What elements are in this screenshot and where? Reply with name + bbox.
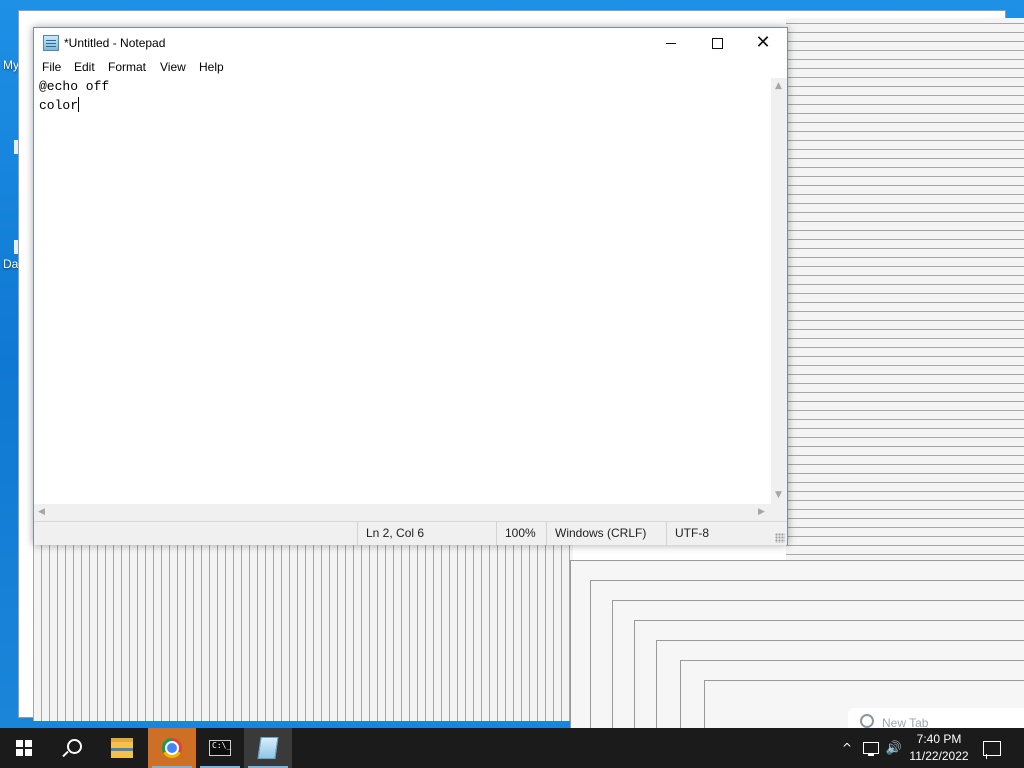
menu-format[interactable]: Format [106,60,148,74]
text-line-content: color [39,98,79,113]
status-encoding: UTF-8 [666,522,775,545]
resize-grip-icon[interactable] [775,533,785,543]
close-icon: ✕ [755,32,771,53]
text-line: color [39,97,80,113]
text-caret [78,97,80,112]
notepad-icon [257,737,279,759]
search-button[interactable] [48,728,96,768]
minimize-icon [666,42,676,44]
scroll-up-arrow-icon[interactable]: ▲ [775,81,782,91]
clock[interactable]: 7:40 PM 11/22/2022 [902,728,976,768]
maximize-button[interactable] [694,28,740,58]
notepad-window: *Untitled - Notepad ✕ File Edit Format V… [33,27,788,545]
desktop-icon-label[interactable]: Da [3,257,18,271]
speaker-icon: 🔊 [885,740,903,756]
chrome-icon [162,738,182,758]
status-zoom: 100% [496,522,545,545]
menu-bar: File Edit Format View Help [34,58,787,78]
vertical-scrollbar[interactable]: ▲ ▼ [771,78,787,504]
notepad-app-icon[interactable] [43,35,59,51]
maximize-icon [711,37,723,49]
notification-center-button[interactable] [980,728,1004,768]
folder-icon [111,738,133,758]
horizontal-scrollbar[interactable]: ◀ ▶ [34,504,771,521]
status-cursor-position: Ln 2, Col 6 [357,522,496,545]
minimize-button[interactable] [648,28,694,58]
status-bar: Ln 2, Col 6 100% Windows (CRLF) UTF-8 [34,521,787,545]
ghost-window-trail [33,543,573,721]
taskbar-chrome[interactable] [148,728,196,768]
desktop-icon-label[interactable]: My [3,58,19,72]
clock-date: 11/22/2022 [909,749,969,763]
new-tab-hint: New Tab [848,708,1024,728]
chrome-tab-icon [860,714,874,728]
menu-help[interactable]: Help [197,60,226,74]
volume-button[interactable]: 🔊 [884,728,904,768]
close-button[interactable]: ✕ [740,28,786,58]
menu-file[interactable]: File [40,60,63,74]
new-tab-label: New Tab [882,716,929,728]
scrollbar-corner [771,504,787,521]
start-button[interactable] [0,728,48,768]
taskbar: C:\_ ^ 🔊 7:40 PM 11/22/2022 [0,728,1024,768]
windows-logo-icon [16,740,32,756]
command-prompt-icon: C:\_ [209,740,231,756]
window-title: *Untitled - Notepad [64,36,166,50]
scroll-down-arrow-icon[interactable]: ▼ [775,490,782,500]
scroll-left-arrow-icon[interactable]: ◀ [38,507,45,517]
network-button[interactable] [860,728,882,768]
title-bar[interactable]: *Untitled - Notepad ✕ [34,28,787,58]
chevron-up-icon: ^ [841,741,853,755]
menu-view[interactable]: View [158,60,188,74]
status-line-endings: Windows (CRLF) [546,522,665,545]
scroll-right-arrow-icon[interactable]: ▶ [758,507,765,517]
show-hidden-icons-button[interactable]: ^ [838,728,856,768]
clock-time: 7:40 PM [916,732,962,746]
search-icon [66,738,82,754]
taskbar-notepad[interactable] [244,728,292,768]
taskbar-command-prompt[interactable]: C:\_ [196,728,244,768]
network-icon [863,742,879,756]
notification-icon [983,740,1001,759]
menu-edit[interactable]: Edit [72,60,97,74]
text-line-content: @echo off [39,79,110,94]
text-line: @echo off [39,79,109,94]
taskbar-file-explorer[interactable] [98,728,146,768]
text-editor[interactable]: @echo off color [34,78,771,504]
